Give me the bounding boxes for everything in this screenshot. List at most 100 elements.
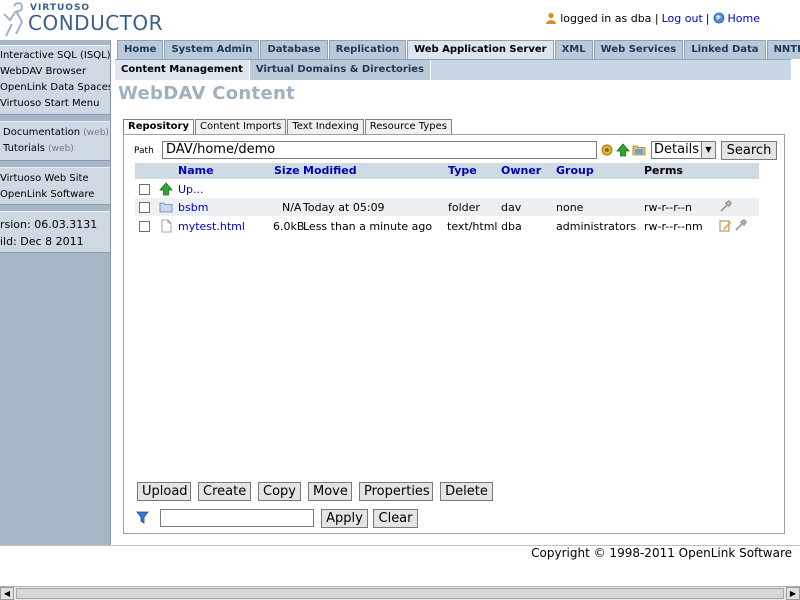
new-folder-icon[interactable] <box>632 143 646 157</box>
clear-button[interactable]: Clear <box>373 509 418 528</box>
logged-in-text: logged in as dba | <box>560 11 659 25</box>
view-select[interactable]: Details ▼ <box>651 141 716 159</box>
scroll-left-icon[interactable]: ◀ <box>0 587 14 600</box>
sidebar-version-group: rsion: 06.03.3131 ild: Dec 8 2011 <box>0 211 110 253</box>
row-group: none <box>556 201 584 214</box>
sidebar-item-start-menu[interactable]: Virtuoso Start Menu <box>0 96 110 112</box>
ptab-repository[interactable]: Repository <box>123 119 194 134</box>
sidebar-item-ods[interactable]: OpenLink Data Spaces <box>0 80 110 96</box>
parent-folder-icon[interactable] <box>616 143 630 157</box>
col-size[interactable]: Size <box>274 164 300 177</box>
horizontal-scrollbar[interactable]: ◀ ▶ <box>0 586 800 600</box>
table-row[interactable]: bsbm N/A Today at 05:09 folder dav none … <box>135 198 759 216</box>
tab-web-application-server[interactable]: Web Application Server <box>407 40 554 59</box>
tab-web-services[interactable]: Web Services <box>593 40 684 59</box>
path-input[interactable]: DAV/home/demo <box>162 141 597 159</box>
row-checkbox[interactable] <box>139 184 150 195</box>
row-checkbox[interactable] <box>139 202 150 213</box>
refresh-icon[interactable] <box>600 143 614 157</box>
sidebar-links-group: Virtuoso Web Site OpenLink Software <box>0 167 110 205</box>
col-group[interactable]: Group <box>556 164 594 177</box>
search-button[interactable]: Search <box>721 141 777 160</box>
upload-button[interactable]: Upload <box>137 482 191 501</box>
row-size: 6.0kB <box>273 220 305 233</box>
row-name[interactable]: bsbm <box>178 201 208 214</box>
user-separator: | <box>705 11 710 25</box>
create-button[interactable]: Create <box>198 482 251 501</box>
properties-icon[interactable] <box>734 219 747 232</box>
subtab-content-management[interactable]: Content Management <box>115 60 250 80</box>
sidebar-docs-group: Documentation (web) Tutorials (web) <box>0 121 110 161</box>
ptab-text-indexing[interactable]: Text Indexing <box>287 119 364 134</box>
ptab-resource-types[interactable]: Resource Types <box>364 119 452 134</box>
page-title: WebDAV Content <box>118 83 295 104</box>
version-text: rsion: 06.03.3131 <box>0 218 98 231</box>
sidebar-item-webdav[interactable]: WebDAV Browser <box>0 64 110 80</box>
subtab-virtual-domains[interactable]: Virtual Domains & Directories <box>249 60 432 80</box>
copy-button[interactable]: Copy <box>258 482 301 501</box>
logout-link[interactable]: Log out <box>662 12 703 25</box>
chevron-down-icon: ▼ <box>701 142 715 158</box>
tab-linked-data[interactable]: Linked Data <box>684 40 766 59</box>
apply-button[interactable]: Apply <box>321 509 368 528</box>
edit-icon[interactable] <box>719 219 732 232</box>
tab-nntp[interactable]: NNTP <box>766 40 800 59</box>
row-group: administrators <box>556 220 637 233</box>
row-modified: Less than a minute ago <box>303 220 433 233</box>
tab-xml[interactable]: XML <box>554 40 593 59</box>
sidebar-item-openlink[interactable]: OpenLink Software <box>0 187 110 203</box>
row-type: text/html <box>447 220 498 233</box>
sidebar: Interactive SQL (ISQL) WebDAV Browser Op… <box>0 40 111 545</box>
folder-icon <box>159 202 173 213</box>
table-row-up[interactable]: Up... <box>135 180 759 198</box>
scroll-right-icon[interactable]: ▶ <box>786 587 800 600</box>
row-type: folder <box>448 201 480 214</box>
main-tabs: Home System Admin Database Replication W… <box>117 40 800 59</box>
build-text: ild: Dec 8 2011 <box>0 235 84 248</box>
filter-input[interactable] <box>160 509 314 527</box>
sub-tabs: Content Management Virtual Domains & Dir… <box>115 59 791 80</box>
col-type[interactable]: Type <box>448 164 477 177</box>
user-icon <box>546 12 557 24</box>
documentation-label: Documentation <box>3 127 81 138</box>
col-name[interactable]: Name <box>178 164 214 177</box>
row-perms: rw-r--r--n <box>644 201 692 214</box>
view-select-value: Details <box>654 142 700 157</box>
col-perms: Perms <box>644 164 683 177</box>
tutorials-web-tag: (web) <box>48 144 74 154</box>
ptab-content-imports[interactable]: Content Imports <box>195 119 287 134</box>
sidebar-item-documentation[interactable]: Documentation (web) <box>0 125 110 141</box>
up-arrow-icon <box>159 182 173 196</box>
col-owner[interactable]: Owner <box>501 164 541 177</box>
file-icon <box>161 219 172 233</box>
scrollbar-thumb[interactable] <box>16 588 784 599</box>
up-link[interactable]: Up... <box>178 183 204 196</box>
panel-tabs: Repository Content Imports Text Indexing… <box>123 119 453 134</box>
tab-database[interactable]: Database <box>260 40 328 59</box>
move-button[interactable]: Move <box>308 482 352 501</box>
home-link[interactable]: Home <box>728 12 760 25</box>
tab-home[interactable]: Home <box>117 40 164 59</box>
filter-icon <box>136 511 149 524</box>
properties-icon[interactable] <box>719 200 732 213</box>
delete-button[interactable]: Delete <box>440 482 493 501</box>
row-modified: Today at 05:09 <box>303 201 385 214</box>
sidebar-tools-group: Interactive SQL (ISQL) WebDAV Browser Op… <box>0 45 110 115</box>
brand-line2: CONDUCTOR <box>28 11 164 35</box>
tab-replication[interactable]: Replication <box>328 40 407 59</box>
sidebar-item-isql[interactable]: Interactive SQL (ISQL) <box>0 48 110 64</box>
path-label: Path <box>134 146 154 156</box>
sidebar-item-tutorials[interactable]: Tutorials (web) <box>0 141 110 157</box>
tab-system-admin[interactable]: System Admin <box>164 40 260 59</box>
properties-button[interactable]: Properties <box>359 482 433 501</box>
row-name[interactable]: mytest.html <box>178 220 245 233</box>
virtuoso-logo: VIRTUOSO CONDUCTOR <box>0 0 163 40</box>
copyright-text: Copyright © 1998-2011 OpenLink Software <box>531 546 792 560</box>
user-area: logged in as dba | Log out | Home <box>545 10 760 26</box>
table-row[interactable]: mytest.html 6.0kB Less than a minute ago… <box>135 217 759 235</box>
globe-icon <box>713 12 724 24</box>
tutorials-label: Tutorials <box>3 143 45 154</box>
col-modified[interactable]: Modified <box>303 164 357 177</box>
sidebar-item-virtuoso-site[interactable]: Virtuoso Web Site <box>0 171 110 187</box>
row-checkbox[interactable] <box>139 221 150 232</box>
